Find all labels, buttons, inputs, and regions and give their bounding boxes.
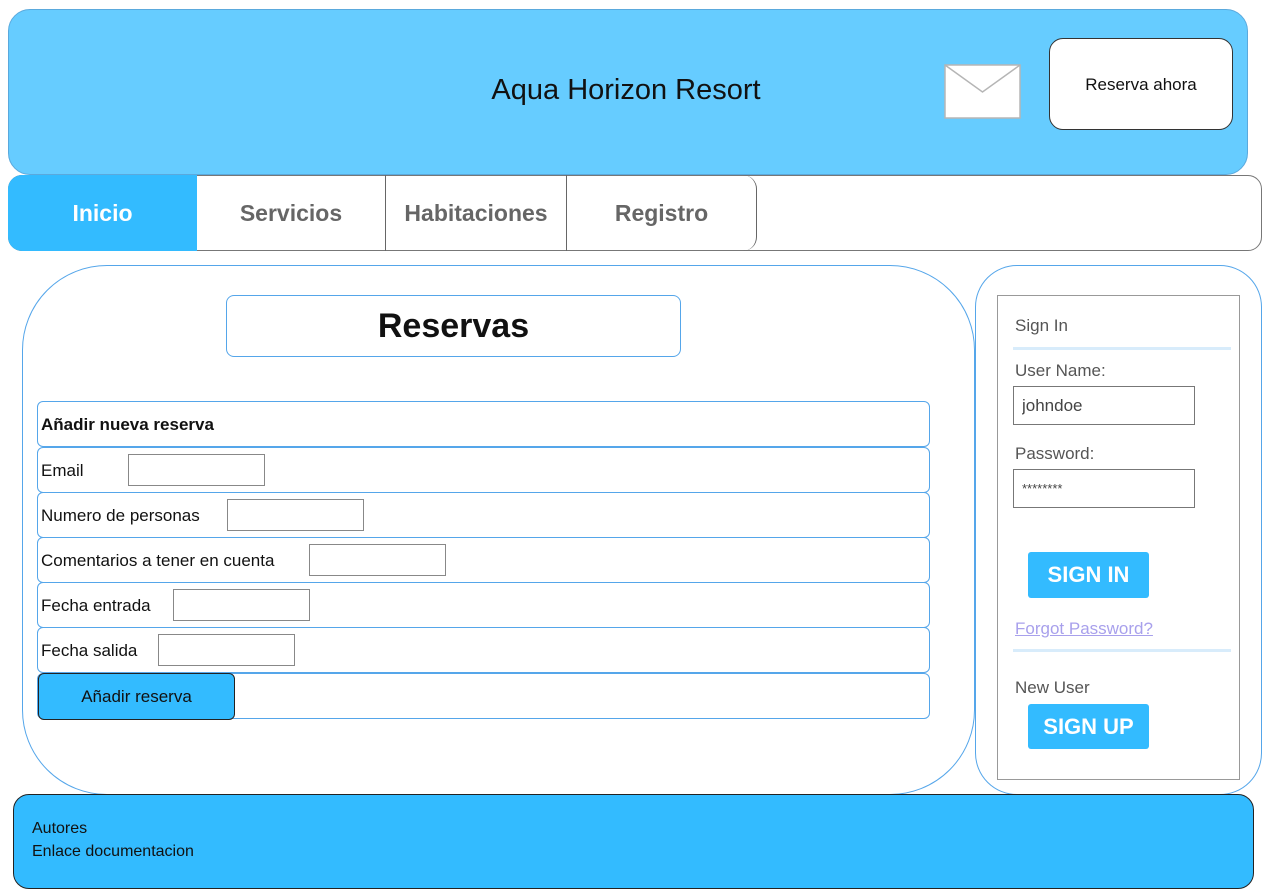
email-label: Email: [41, 461, 84, 480]
tab-registro[interactable]: Registro: [567, 175, 757, 251]
page-title: Reservas: [226, 295, 681, 357]
fecha-entrada-input[interactable]: [173, 589, 310, 621]
sign-in-button[interactable]: SIGN IN: [1028, 552, 1149, 598]
personas-input[interactable]: [227, 499, 364, 531]
tab-habitaciones[interactable]: Habitaciones: [386, 175, 567, 251]
form-row-fecha-entrada: Fecha entrada: [37, 582, 930, 628]
form-row-email: Email: [37, 447, 930, 493]
reserve-now-button[interactable]: Reserva ahora: [1049, 38, 1233, 130]
username-input[interactable]: [1013, 386, 1195, 425]
username-label: User Name:: [1015, 361, 1106, 380]
fecha-salida-input[interactable]: [158, 634, 295, 666]
comentarios-label: Comentarios a tener en cuenta: [41, 551, 275, 570]
password-input[interactable]: [1013, 469, 1195, 508]
sign-up-button[interactable]: SIGN UP: [1028, 704, 1149, 749]
add-reservation-button[interactable]: Añadir reserva: [38, 673, 235, 720]
password-label: Password:: [1015, 444, 1095, 463]
new-user-label: New User: [1015, 678, 1090, 697]
site-title: Aqua Horizon Resort: [491, 74, 761, 106]
footer-link-autores[interactable]: Autores: [32, 820, 87, 838]
sign-in-heading: Sign In: [1015, 316, 1068, 335]
envelope-icon[interactable]: [944, 64, 1021, 119]
personas-label: Numero de personas: [41, 506, 200, 525]
footer: [13, 794, 1254, 889]
footer-link-documentacion[interactable]: Enlace documentacion: [32, 843, 194, 861]
form-heading: Añadir nueva reserva: [41, 415, 214, 434]
divider: [1013, 347, 1231, 350]
form-row-fecha-salida: Fecha salida: [37, 627, 930, 673]
forgot-password-link[interactable]: Forgot Password?: [1015, 619, 1153, 639]
email-input[interactable]: [128, 454, 265, 486]
form-row-personas: Numero de personas: [37, 492, 930, 538]
divider: [1013, 649, 1231, 652]
form-row-comentarios: Comentarios a tener en cuenta: [37, 537, 930, 583]
tab-servicios[interactable]: Servicios: [197, 175, 386, 251]
tab-inicio[interactable]: Inicio: [8, 175, 197, 251]
fecha-salida-label: Fecha salida: [41, 641, 138, 660]
comentarios-input[interactable]: [309, 544, 446, 576]
fecha-entrada-label: Fecha entrada: [41, 596, 151, 615]
form-heading-row: Añadir nueva reserva: [37, 401, 930, 447]
